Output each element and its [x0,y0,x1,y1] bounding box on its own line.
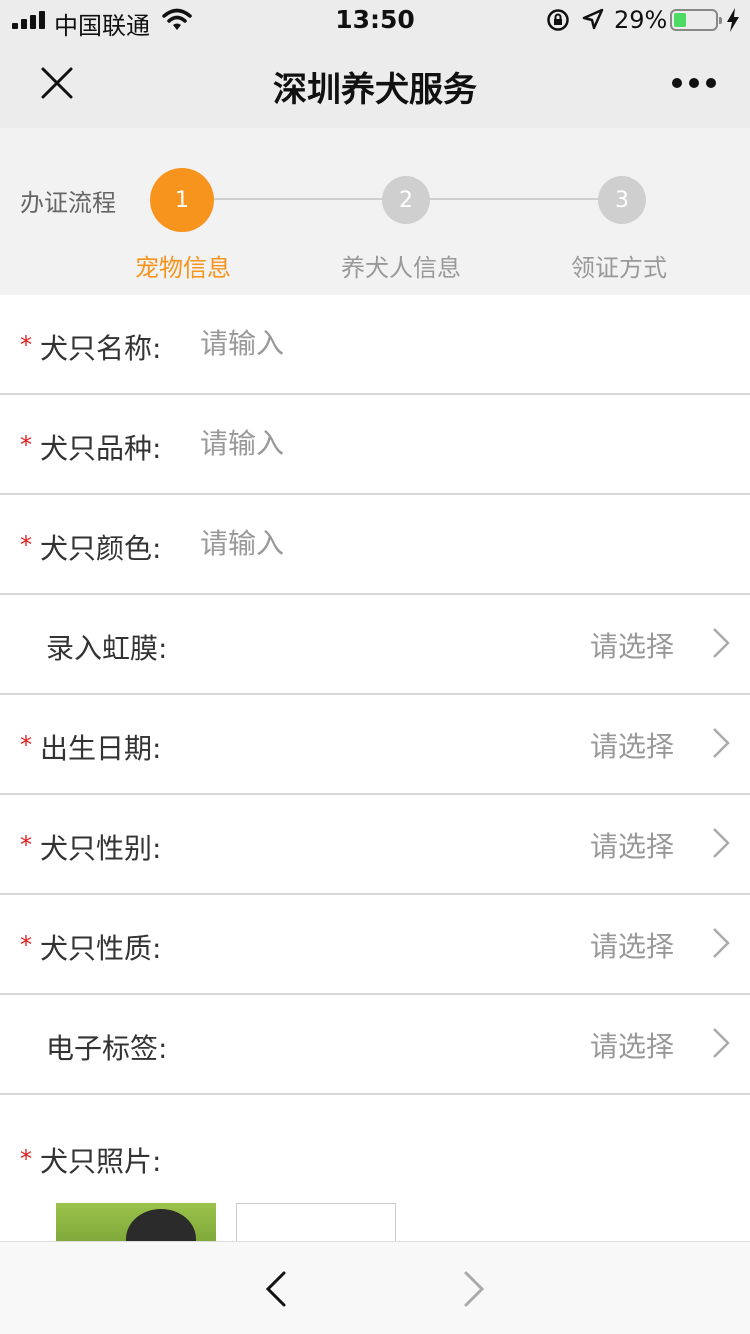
dog-name-input[interactable] [200,323,700,363]
nav-bar: 深圳养犬服务 [0,40,750,128]
field-label: 犬只品种: [40,432,162,465]
required-mark: * [20,1145,32,1173]
step-connector [430,198,600,200]
step-connector [214,198,384,200]
field-dog-breed: * 犬只品种: [0,395,750,495]
step-3-label: 领证方式 [571,254,667,282]
chevron-right-icon [713,1028,730,1058]
status-bar: 中国联通 13:50 29% [0,0,750,40]
chevron-right-icon [713,628,730,658]
browser-toolbar [0,1241,750,1334]
charging-icon [727,8,739,32]
field-label: 录入虹膜: [46,632,168,665]
field-label: 犬只性别: [40,832,162,865]
field-dog-color: * 犬只颜色: [0,495,750,595]
field-dog-name: * 犬只名称: [0,295,750,395]
rotation-lock-icon [547,9,569,31]
dog-color-input[interactable] [200,523,700,563]
step-2-indicator: 2 [382,176,430,224]
step-3-indicator: 3 [598,176,646,224]
required-mark: * [20,331,32,359]
required-mark: * [20,731,32,759]
field-birth-date[interactable]: * 出生日期: 请选择 [0,695,750,795]
electronic-tag-select[interactable]: 请选择 [590,1025,674,1065]
step-2-label: 养犬人信息 [341,254,461,282]
nature-select[interactable]: 请选择 [590,925,674,965]
chevron-left-icon[interactable] [264,1270,288,1308]
required-mark: * [20,831,32,859]
field-electronic-tag[interactable]: 电子标签: 请选择 [0,995,750,1095]
field-label: 犬只照片: [40,1145,162,1178]
location-icon [582,8,604,30]
page-title: 深圳养犬服务 [273,70,477,110]
iris-select[interactable]: 请选择 [590,625,674,665]
field-label: 犬只名称: [40,332,162,365]
required-mark: * [20,931,32,959]
gender-select[interactable]: 请选择 [590,825,674,865]
step-1-label: 宠物信息 [135,254,231,282]
more-icon[interactable] [672,78,716,88]
field-label: 出生日期: [40,732,162,765]
chevron-right-icon [713,928,730,958]
chevron-right-icon [713,728,730,758]
field-label: 犬只颜色: [40,532,162,565]
chevron-right-icon[interactable] [462,1270,486,1308]
field-dog-gender[interactable]: * 犬只性别: 请选择 [0,795,750,895]
step-2-number: 2 [399,187,413,213]
required-mark: * [20,431,32,459]
field-dog-nature[interactable]: * 犬只性质: 请选择 [0,895,750,995]
birth-date-select[interactable]: 请选择 [590,725,674,765]
field-label: 犬只性质: [40,932,162,965]
field-label: 电子标签: [46,1032,168,1065]
dog-breed-input[interactable] [200,423,700,463]
process-steps: 办证流程 1 2 3 宠物信息 养犬人信息 领证方式 [0,128,750,295]
field-iris-entry[interactable]: 录入虹膜: 请选择 [0,595,750,695]
steps-title: 办证流程 [20,189,116,217]
field-dog-photo: * 犬只照片: [0,1095,750,1243]
step-3-number: 3 [615,187,629,213]
add-photo-button[interactable] [236,1203,396,1243]
battery-percent: 29% [614,6,668,34]
required-mark: * [20,531,32,559]
step-1-number: 1 [175,187,189,213]
battery-icon [670,9,722,31]
step-1-indicator: 1 [150,168,214,232]
dog-photo-thumbnail[interactable] [56,1203,216,1243]
chevron-right-icon [713,828,730,858]
